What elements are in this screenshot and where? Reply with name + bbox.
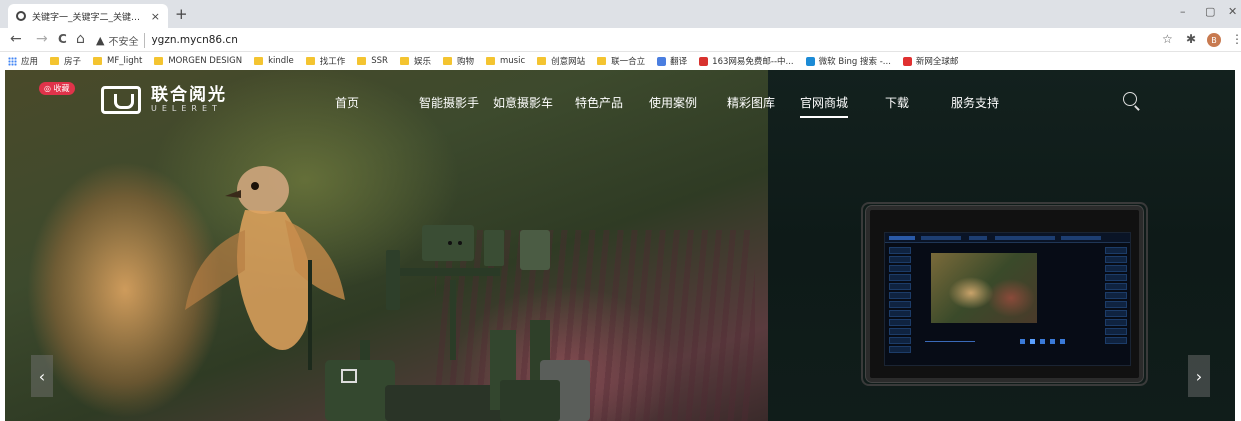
screen-preview-image: [931, 253, 1037, 323]
screen-left-panel: [889, 247, 911, 359]
bookmark-label: kindle: [268, 56, 294, 66]
folder-icon: [154, 57, 164, 65]
next-slide-button[interactable]: ›: [1188, 355, 1210, 397]
monitor-image: [866, 206, 1143, 382]
logo-english-text: UELERET: [151, 104, 222, 113]
url-text[interactable]: ygzn.mycn86.cn: [151, 34, 237, 46]
logo-icon: [101, 86, 141, 114]
bookmark-label: 娱乐: [413, 57, 431, 67]
nav-item[interactable]: 官网商城: [800, 94, 849, 118]
nav-item[interactable]: 使用案例: [649, 94, 697, 111]
new-tab-button[interactable]: +: [175, 5, 188, 23]
bookmark-item[interactable]: MORGEN DESIGN: [154, 56, 242, 66]
search-icon[interactable]: [1123, 92, 1137, 106]
bing-icon: [805, 56, 815, 66]
bookmark-label: 房子: [64, 57, 82, 67]
favorite-badge[interactable]: ◎ 收藏: [39, 82, 75, 95]
folder-icon: [357, 57, 367, 65]
bookmark-item[interactable]: 娱乐: [399, 55, 431, 67]
website-hero: ◎ 收藏 联合阅光 UELERET 首页 智能摄影手 如意摄影车 特色产品 使用案例 精彩…: [5, 70, 1235, 421]
folder-icon: [597, 57, 607, 65]
security-label[interactable]: 不安全: [108, 32, 146, 48]
translate-icon: [657, 56, 667, 66]
screen-controls: [925, 337, 1085, 347]
restore-button[interactable]: ▢: [1205, 5, 1215, 18]
minimize-button[interactable]: –: [1180, 5, 1186, 18]
prev-slide-button[interactable]: ‹: [31, 355, 53, 397]
browser-toolbar: ← → C ⌂ ▲ 不安全 ygzn.mycn86.cn ☆ ✱ ⋮: [0, 28, 1241, 52]
nav-item[interactable]: 下载: [885, 94, 909, 111]
camera-rig-image: [308, 225, 590, 421]
apps-icon: [8, 56, 17, 66]
bookmark-item[interactable]: 163网易免费邮--中...: [699, 55, 794, 67]
bookmark-item[interactable]: 创意网站: [537, 55, 585, 67]
folder-icon: [50, 57, 60, 65]
bookmark-label: 翻译: [670, 57, 688, 67]
profile-avatar[interactable]: B: [1207, 33, 1221, 47]
bookmark-item[interactable]: 房子: [50, 55, 81, 67]
browser-tab[interactable]: 关键字一_关键字二_关键字三-中 ×: [8, 4, 168, 28]
brand-logo[interactable]: 联合阅光 UELERET: [101, 86, 227, 114]
bookmark-item[interactable]: music: [485, 56, 526, 66]
folder-icon: [93, 57, 103, 65]
folder-icon: [442, 57, 452, 65]
bookmark-label: 应用: [21, 57, 39, 67]
bookmark-label: 购物: [456, 57, 474, 67]
folder-icon: [537, 57, 547, 65]
bookmark-label: 创意网站: [551, 57, 586, 67]
close-tab-icon[interactable]: ×: [151, 10, 160, 23]
logo-chinese-text: 联合阅光: [151, 85, 227, 105]
bookmark-item[interactable]: kindle: [254, 56, 294, 66]
nav-item[interactable]: 首页: [335, 94, 359, 111]
reload-button[interactable]: C: [58, 31, 67, 47]
folder-icon: [485, 57, 495, 65]
nav-item[interactable]: 特色产品: [575, 94, 623, 111]
bookmark-item[interactable]: 联一合立: [597, 55, 645, 67]
nav-item[interactable]: 如意摄影车: [493, 94, 553, 111]
folder-icon: [305, 57, 315, 65]
bookmark-label: MORGEN DESIGN: [168, 56, 243, 66]
extensions-icon[interactable]: ✱: [1186, 32, 1196, 46]
bookmark-label: 163网易免费邮--中...: [712, 57, 794, 67]
nav-item[interactable]: 服务支持: [951, 94, 999, 111]
bookmark-item[interactable]: 新网全球邮: [902, 55, 959, 67]
globe-icon: [16, 11, 26, 21]
bookmark-item[interactable]: 翻译: [657, 55, 687, 67]
bookmark-label: 新网全球邮: [915, 57, 959, 67]
address-bar[interactable]: ▲ 不安全 ygzn.mycn86.cn: [96, 31, 1156, 49]
folder-icon: [399, 57, 409, 65]
bookmark-label: MF_light: [107, 56, 143, 66]
bookmark-item[interactable]: 购物: [442, 55, 474, 67]
home-button[interactable]: ⌂: [76, 31, 85, 47]
bookmark-label: 联一合立: [611, 57, 646, 67]
bookmark-item[interactable]: MF_light: [93, 56, 142, 66]
bookmark-item[interactable]: 微软 Bing 搜索 -...: [805, 55, 891, 67]
bookmark-label: 微软 Bing 搜索 -...: [818, 57, 891, 67]
close-window-button[interactable]: ✕: [1228, 5, 1237, 18]
screen-topbar: [885, 233, 1130, 243]
menu-icon[interactable]: ⋮: [1231, 32, 1241, 46]
nav-item[interactable]: 精彩图库: [727, 94, 775, 111]
tab-title: 关键字一_关键字二_关键字三-中: [32, 12, 147, 23]
bookmark-label: music: [499, 56, 526, 66]
bookmarks-bar: 应用 房子 MF_light MORGEN DESIGN kindle 找工作 SSR 娱乐 购…: [0, 52, 1241, 70]
back-button[interactable]: ←: [10, 31, 22, 47]
bookmark-item[interactable]: SSR: [357, 56, 388, 66]
bookmark-label: 找工作: [319, 57, 346, 67]
bird-icon: [902, 56, 912, 66]
folder-icon: [254, 57, 264, 65]
monitor-screen: [884, 232, 1131, 366]
screen-right-panel: [1105, 247, 1127, 359]
bookmark-star-icon[interactable]: ☆: [1162, 32, 1173, 46]
bookmark-item[interactable]: 应用: [8, 55, 38, 67]
bookmark-label: SSR: [371, 56, 388, 66]
nav-item[interactable]: 智能摄影手: [419, 94, 479, 111]
bookmark-item[interactable]: 找工作: [305, 55, 346, 67]
forward-button[interactable]: →: [36, 31, 48, 47]
warning-icon[interactable]: ▲: [96, 34, 104, 47]
mail-icon: [699, 56, 709, 66]
tab-strip: 关键字一_关键字二_关键字三-中 × + – ▢ ✕: [0, 0, 1241, 28]
